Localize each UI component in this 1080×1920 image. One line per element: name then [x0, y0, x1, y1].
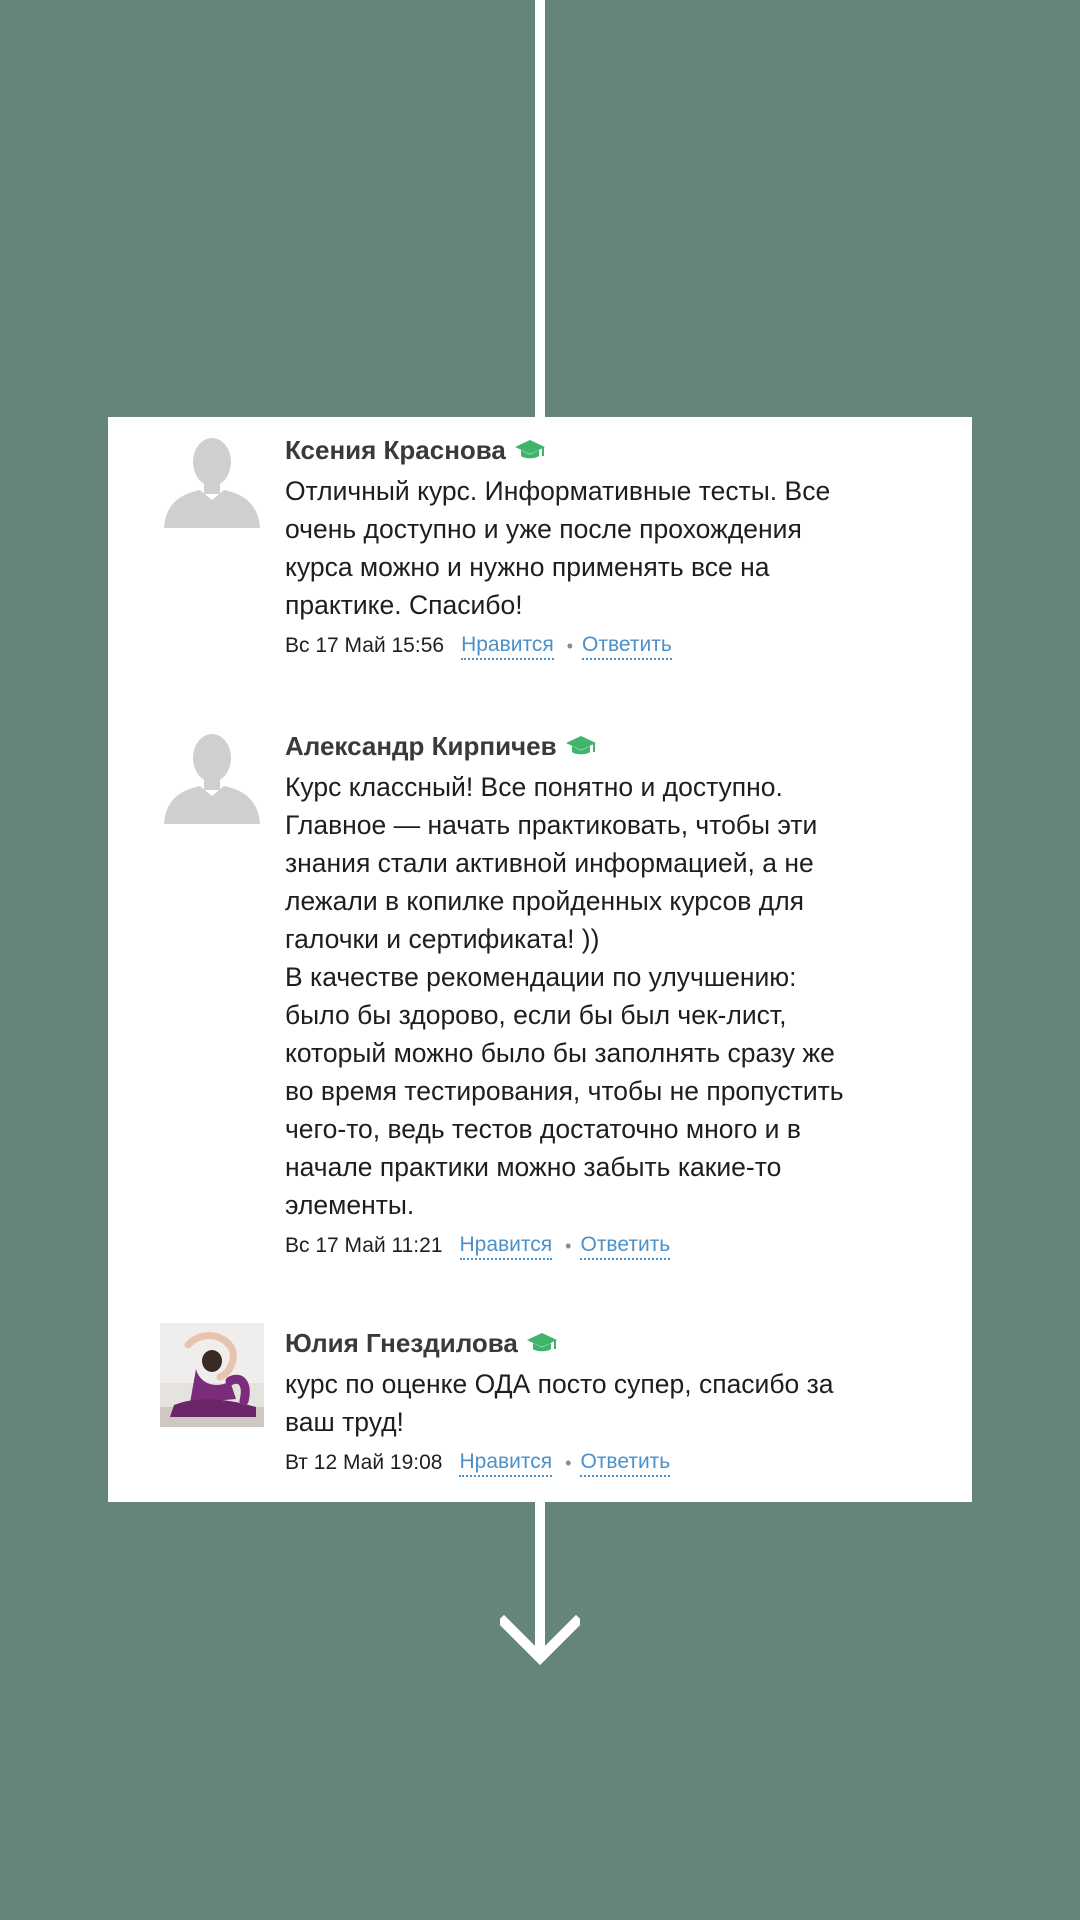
like-link[interactable]: Нравится	[461, 633, 554, 660]
graduation-cap-icon	[526, 1333, 557, 1352]
reply-link[interactable]: Ответить	[582, 633, 672, 660]
like-link[interactable]: Нравится	[459, 1233, 553, 1260]
reviews-card: Ксения Краснова Отличный курс. Информати…	[108, 417, 972, 1502]
arrow-down-icon	[500, 1614, 580, 1666]
review-author[interactable]: Александр Кирпичев	[285, 731, 557, 762]
avatar	[160, 430, 264, 534]
review-date: Вс 17 Май 15:56	[285, 634, 445, 657]
graduation-cap-icon	[565, 736, 596, 755]
avatar	[160, 726, 264, 830]
review-text: курс по оценке ОДА посто супер, спасибо …	[285, 1369, 834, 1437]
graduation-cap-icon	[514, 440, 545, 459]
yoga-photo-icon	[160, 1323, 264, 1427]
like-link[interactable]: Нравится	[459, 1450, 553, 1477]
separator-dot: •	[566, 635, 574, 656]
reply-link[interactable]: Ответить	[580, 1450, 671, 1477]
user-silhouette-icon	[160, 430, 264, 534]
review-text: Отличный курс. Информативные тесты. Все …	[285, 476, 831, 620]
review-text: Курс классный! Все понятно и доступно. Г…	[285, 772, 844, 1220]
user-silhouette-icon	[160, 726, 264, 830]
separator-dot: •	[565, 1235, 572, 1256]
review-date: Вт 12 Май 19:08	[285, 1451, 443, 1474]
reply-link[interactable]: Ответить	[580, 1233, 671, 1260]
review-author[interactable]: Ксения Краснова	[285, 435, 506, 466]
timeline-line-top	[535, 0, 545, 420]
separator-dot: •	[565, 1452, 572, 1473]
avatar	[160, 1323, 264, 1427]
review-date: Вс 17 Май 11:21	[285, 1234, 443, 1257]
review-author[interactable]: Юлия Гнездилова	[285, 1328, 518, 1359]
